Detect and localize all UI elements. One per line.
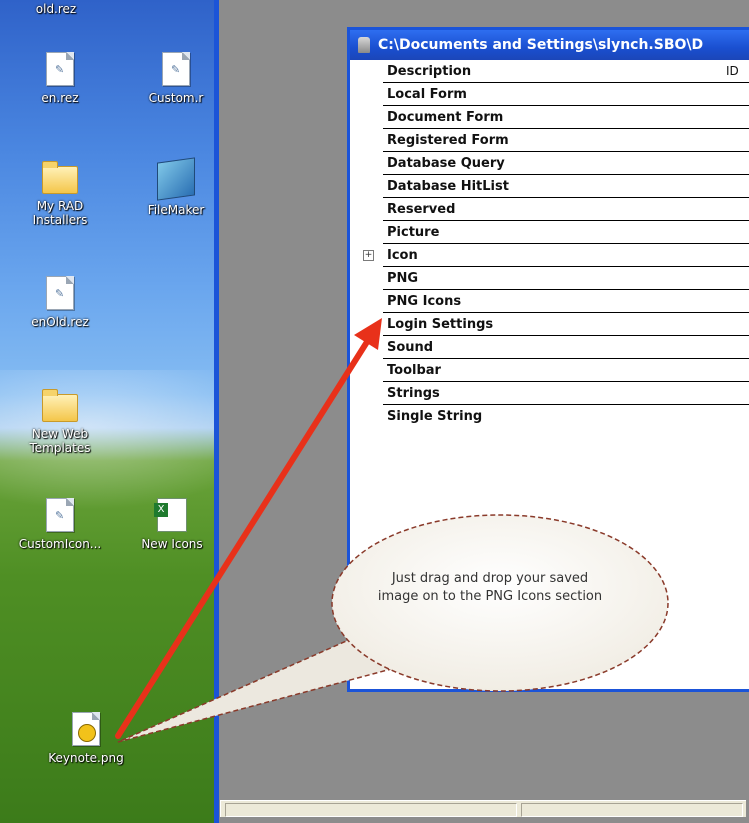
file-icon: ✎: [46, 276, 74, 310]
resource-row-reserved[interactable]: Reserved: [383, 198, 749, 221]
column-header-id[interactable]: ID: [726, 60, 739, 83]
file-icon: ✎: [46, 52, 74, 86]
folder-icon: [42, 389, 78, 422]
desktop-icon-label: old.rez: [35, 2, 77, 16]
desktop-icon-label: New Icons: [141, 537, 203, 551]
resource-row-single-string[interactable]: Single String: [383, 405, 749, 428]
file-icon: ✎: [162, 52, 190, 86]
row-label: Reserved: [387, 202, 456, 217]
app-icon: [358, 37, 370, 53]
row-label: Picture: [387, 225, 440, 240]
resource-list: Description ID Local Form Document Form …: [350, 60, 749, 428]
desktop-icon-label: CustomIcon...: [18, 537, 102, 551]
resource-row-png-icons[interactable]: PNG Icons: [383, 290, 749, 313]
window-titlebar[interactable]: C:\Documents and Settings\slynch.SBO\D: [350, 30, 749, 60]
folder-icon: [42, 161, 78, 194]
file-icon: ✎: [46, 498, 74, 532]
resource-row-toolbar[interactable]: Toolbar: [383, 359, 749, 382]
expand-icon[interactable]: +: [363, 250, 374, 261]
desktop-icon-my-rad-installers[interactable]: My RAD Installers: [12, 160, 108, 227]
desktop-icon-label: en.rez: [41, 91, 79, 105]
window-border: [214, 0, 219, 823]
excel-file-icon: X: [154, 498, 187, 532]
row-label: PNG: [387, 271, 419, 286]
desktop-icon-label: Custom.r: [148, 91, 204, 105]
resource-row-login-settings[interactable]: Login Settings: [383, 313, 749, 336]
desktop-icon-customicon[interactable]: ✎ CustomIcon...: [12, 498, 108, 551]
row-label: Database Query: [387, 156, 505, 171]
row-label: PNG Icons: [387, 294, 462, 309]
desktop-icon-keynote-png[interactable]: Keynote.png: [38, 712, 134, 765]
resource-row-png[interactable]: PNG: [383, 267, 749, 290]
status-cell: [521, 803, 743, 817]
desktop-icon-en-rez[interactable]: ✎ en.rez: [12, 52, 108, 105]
resource-row-registered-form[interactable]: Registered Form: [383, 129, 749, 152]
desktop-icon-label: enOld.rez: [31, 315, 89, 329]
row-label: Sound: [387, 340, 434, 355]
resource-row-picture[interactable]: Picture: [383, 221, 749, 244]
desktop-icon-label: Keynote.png: [48, 751, 124, 765]
column-header-description[interactable]: Description: [387, 64, 471, 79]
desktop-icon-label: New Web Templates: [29, 427, 91, 455]
resource-row-sound[interactable]: Sound: [383, 336, 749, 359]
desktop: old.rez ✎ en.rez ✎ Custom.r My RAD Insta…: [0, 0, 214, 823]
resource-row-database-hitlist[interactable]: Database HitList: [383, 175, 749, 198]
row-label: Single String: [387, 409, 483, 424]
desktop-icon-label: My RAD Installers: [32, 199, 88, 227]
desktop-icon-enold-rez[interactable]: ✎ enOld.rez: [12, 276, 108, 329]
png-file-icon: [72, 712, 100, 746]
window-title: C:\Documents and Settings\slynch.SBO\D: [378, 37, 704, 53]
desktop-icon-new-icons[interactable]: X New Icons: [124, 498, 214, 551]
resource-row-database-query[interactable]: Database Query: [383, 152, 749, 175]
desktop-icon-new-web-templates[interactable]: New Web Templates: [12, 388, 108, 455]
row-label: Local Form: [387, 87, 467, 102]
desktop-icon-label: FileMaker: [147, 203, 205, 217]
resource-row-local-form[interactable]: Local Form: [383, 83, 749, 106]
desktop-icon-custom-r[interactable]: ✎ Custom.r: [128, 52, 214, 105]
row-label: Icon: [387, 248, 418, 263]
desktop-icon-old-rez[interactable]: old.rez: [8, 0, 104, 16]
desktop-icon-filemaker[interactable]: FileMaker: [128, 157, 214, 217]
resource-row-document-form[interactable]: Document Form: [383, 106, 749, 129]
row-label: Document Form: [387, 110, 504, 125]
status-bar: [220, 800, 746, 817]
filemaker-shortcut-icon: [157, 157, 195, 201]
resource-row-icon[interactable]: + Icon: [363, 244, 749, 267]
row-label: Registered Form: [387, 133, 509, 148]
column-header-row: Description ID: [383, 60, 749, 83]
status-cell: [225, 803, 517, 817]
row-label: Toolbar: [387, 363, 441, 378]
row-label: Strings: [387, 386, 440, 401]
row-label: Database HitList: [387, 179, 509, 194]
resource-row-strings[interactable]: Strings: [383, 382, 749, 405]
callout-text: Just drag and drop your saved image on t…: [377, 571, 603, 604]
row-label: Login Settings: [387, 317, 494, 332]
